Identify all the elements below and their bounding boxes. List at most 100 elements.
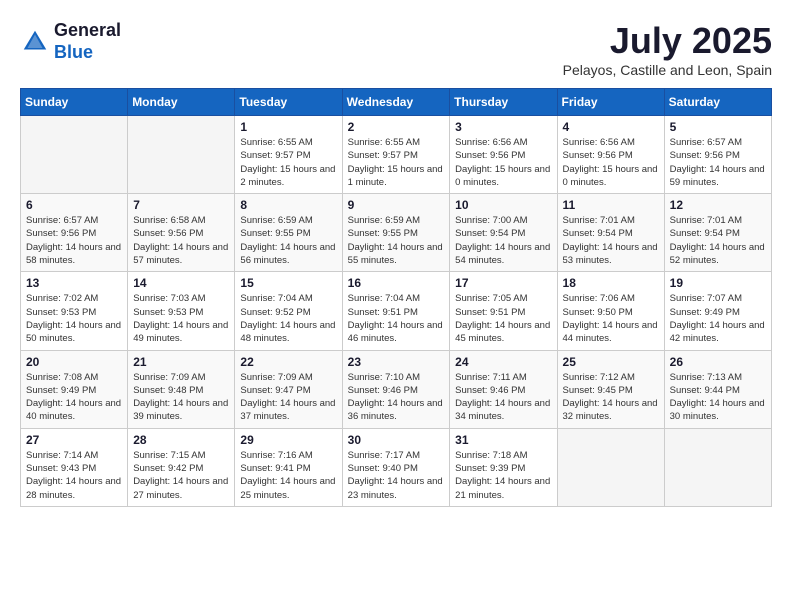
day-info: Sunrise: 7:01 AMSunset: 9:54 PMDaylight:… xyxy=(563,214,659,267)
day-number: 22 xyxy=(240,355,336,369)
day-info: Sunrise: 7:17 AMSunset: 9:40 PMDaylight:… xyxy=(348,449,445,502)
calendar-row: 27 Sunrise: 7:14 AMSunset: 9:43 PMDayligh… xyxy=(21,428,772,506)
day-number: 17 xyxy=(455,276,551,290)
col-wednesday: Wednesday xyxy=(342,89,450,116)
calendar-header: Sunday Monday Tuesday Wednesday Thursday… xyxy=(21,89,772,116)
day-number: 8 xyxy=(240,198,336,212)
day-number: 21 xyxy=(133,355,229,369)
calendar-cell xyxy=(557,428,664,506)
day-info: Sunrise: 7:05 AMSunset: 9:51 PMDaylight:… xyxy=(455,292,551,345)
day-number: 20 xyxy=(26,355,122,369)
calendar-cell: 24Sunrise: 7:11 AMSunset: 9:46 PMDayligh… xyxy=(450,350,557,428)
day-info: Sunrise: 7:03 AMSunset: 9:53 PMDaylight:… xyxy=(133,292,229,345)
col-friday: Friday xyxy=(557,89,664,116)
title-area: July 2025 Pelayos, Castille and Leon, Sp… xyxy=(563,20,772,78)
day-number: 15 xyxy=(240,276,336,290)
day-number: 29 xyxy=(240,433,336,447)
calendar-cell xyxy=(21,116,128,194)
day-number: 1 xyxy=(240,120,336,134)
logo-icon xyxy=(20,27,50,57)
calendar-cell: 28 Sunrise: 7:15 AMSunset: 9:42 PMDayligh… xyxy=(128,428,235,506)
calendar-cell: 9Sunrise: 6:59 AMSunset: 9:55 PMDaylight… xyxy=(342,194,450,272)
calendar-row: 1 Sunrise: 6:55 AMSunset: 9:57 PMDaylight… xyxy=(21,116,772,194)
day-info: Sunrise: 7:04 AMSunset: 9:51 PMDaylight:… xyxy=(348,292,445,345)
main-title: July 2025 xyxy=(563,20,772,62)
day-info: Sunrise: 7:09 AMSunset: 9:47 PMDaylight:… xyxy=(240,371,336,424)
day-info: Sunrise: 7:15 AMSunset: 9:42 PMDaylight:… xyxy=(133,449,229,502)
day-number: 26 xyxy=(670,355,766,369)
calendar-cell: 18Sunrise: 7:06 AMSunset: 9:50 PMDayligh… xyxy=(557,272,664,350)
day-info: Sunrise: 7:18 AMSunset: 9:39 PMDaylight:… xyxy=(455,449,551,502)
day-info: Sunrise: 6:58 AMSunset: 9:56 PMDaylight:… xyxy=(133,214,229,267)
calendar-cell: 6 Sunrise: 6:57 AMSunset: 9:56 PMDaylight… xyxy=(21,194,128,272)
day-info: Sunrise: 6:56 AMSunset: 9:56 PMDaylight:… xyxy=(563,136,659,189)
day-info: Sunrise: 6:55 AMSunset: 9:57 PMDaylight:… xyxy=(348,136,445,189)
day-number: 4 xyxy=(563,120,659,134)
day-number: 31 xyxy=(455,433,551,447)
calendar-cell: 5 Sunrise: 6:57 AMSunset: 9:56 PMDaylight… xyxy=(664,116,771,194)
col-monday: Monday xyxy=(128,89,235,116)
calendar-cell: 25Sunrise: 7:12 AMSunset: 9:45 PMDayligh… xyxy=(557,350,664,428)
day-number: 30 xyxy=(348,433,445,447)
calendar-cell: 30 Sunrise: 7:17 AMSunset: 9:40 PMDayligh… xyxy=(342,428,450,506)
calendar-cell: 29 Sunrise: 7:16 AMSunset: 9:41 PMDayligh… xyxy=(235,428,342,506)
calendar-cell: 17 Sunrise: 7:05 AMSunset: 9:51 PMDayligh… xyxy=(450,272,557,350)
col-tuesday: Tuesday xyxy=(235,89,342,116)
day-number: 19 xyxy=(670,276,766,290)
calendar-cell: 11 Sunrise: 7:01 AMSunset: 9:54 PMDayligh… xyxy=(557,194,664,272)
day-number: 18 xyxy=(563,276,659,290)
day-info: Sunrise: 7:08 AMSunset: 9:49 PMDaylight:… xyxy=(26,371,122,424)
day-number: 5 xyxy=(670,120,766,134)
day-info: Sunrise: 7:11 AMSunset: 9:46 PMDaylight:… xyxy=(455,371,551,424)
day-info: Sunrise: 6:57 AMSunset: 9:56 PMDaylight:… xyxy=(670,136,766,189)
day-number: 11 xyxy=(563,198,659,212)
day-number: 28 xyxy=(133,433,229,447)
day-number: 6 xyxy=(26,198,122,212)
calendar-cell: 1 Sunrise: 6:55 AMSunset: 9:57 PMDaylight… xyxy=(235,116,342,194)
calendar-cell: 13 Sunrise: 7:02 AMSunset: 9:53 PMDayligh… xyxy=(21,272,128,350)
calendar-cell: 21 Sunrise: 7:09 AMSunset: 9:48 PMDayligh… xyxy=(128,350,235,428)
day-number: 16 xyxy=(348,276,445,290)
day-info: Sunrise: 6:57 AMSunset: 9:56 PMDaylight:… xyxy=(26,214,122,267)
calendar-cell: 12 Sunrise: 7:01 AMSunset: 9:54 PMDayligh… xyxy=(664,194,771,272)
calendar-row: 6 Sunrise: 6:57 AMSunset: 9:56 PMDaylight… xyxy=(21,194,772,272)
day-number: 10 xyxy=(455,198,551,212)
day-info: Sunrise: 7:02 AMSunset: 9:53 PMDaylight:… xyxy=(26,292,122,345)
day-number: 2 xyxy=(348,120,445,134)
day-info: Sunrise: 7:01 AMSunset: 9:54 PMDaylight:… xyxy=(670,214,766,267)
day-info: Sunrise: 6:59 AMSunset: 9:55 PMDaylight:… xyxy=(240,214,336,267)
calendar-cell: 8 Sunrise: 6:59 AMSunset: 9:55 PMDaylight… xyxy=(235,194,342,272)
logo-blue: Blue xyxy=(54,42,121,64)
calendar-cell: 23Sunrise: 7:10 AMSunset: 9:46 PMDayligh… xyxy=(342,350,450,428)
day-info: Sunrise: 7:09 AMSunset: 9:48 PMDaylight:… xyxy=(133,371,229,424)
day-number: 12 xyxy=(670,198,766,212)
calendar-cell xyxy=(664,428,771,506)
day-info: Sunrise: 7:00 AMSunset: 9:54 PMDaylight:… xyxy=(455,214,551,267)
calendar-cell: 14 Sunrise: 7:03 AMSunset: 9:53 PMDayligh… xyxy=(128,272,235,350)
calendar-cell xyxy=(128,116,235,194)
day-info: Sunrise: 7:13 AMSunset: 9:44 PMDaylight:… xyxy=(670,371,766,424)
calendar-cell: 3 Sunrise: 6:56 AMSunset: 9:56 PMDaylight… xyxy=(450,116,557,194)
day-info: Sunrise: 7:14 AMSunset: 9:43 PMDaylight:… xyxy=(26,449,122,502)
day-number: 13 xyxy=(26,276,122,290)
header: General Blue July 2025 Pelayos, Castille… xyxy=(20,20,772,78)
day-number: 25 xyxy=(563,355,659,369)
calendar-cell: 22 Sunrise: 7:09 AMSunset: 9:47 PMDayligh… xyxy=(235,350,342,428)
day-info: Sunrise: 7:16 AMSunset: 9:41 PMDaylight:… xyxy=(240,449,336,502)
day-number: 27 xyxy=(26,433,122,447)
day-info: Sunrise: 6:59 AMSunset: 9:55 PMDaylight:… xyxy=(348,214,445,267)
logo-text: General Blue xyxy=(54,20,121,63)
day-number: 3 xyxy=(455,120,551,134)
calendar-cell: 19Sunrise: 7:07 AMSunset: 9:49 PMDayligh… xyxy=(664,272,771,350)
logo-general: General xyxy=(54,20,121,42)
calendar-cell: 20 Sunrise: 7:08 AMSunset: 9:49 PMDayligh… xyxy=(21,350,128,428)
calendar-cell: 4 Sunrise: 6:56 AMSunset: 9:56 PMDaylight… xyxy=(557,116,664,194)
day-number: 14 xyxy=(133,276,229,290)
calendar-row: 20 Sunrise: 7:08 AMSunset: 9:49 PMDayligh… xyxy=(21,350,772,428)
day-info: Sunrise: 6:56 AMSunset: 9:56 PMDaylight:… xyxy=(455,136,551,189)
logo: General Blue xyxy=(20,20,121,63)
day-info: Sunrise: 6:55 AMSunset: 9:57 PMDaylight:… xyxy=(240,136,336,189)
calendar-cell: 31 Sunrise: 7:18 AMSunset: 9:39 PMDayligh… xyxy=(450,428,557,506)
calendar-cell: 16 Sunrise: 7:04 AMSunset: 9:51 PMDayligh… xyxy=(342,272,450,350)
calendar-cell: 15Sunrise: 7:04 AMSunset: 9:52 PMDayligh… xyxy=(235,272,342,350)
